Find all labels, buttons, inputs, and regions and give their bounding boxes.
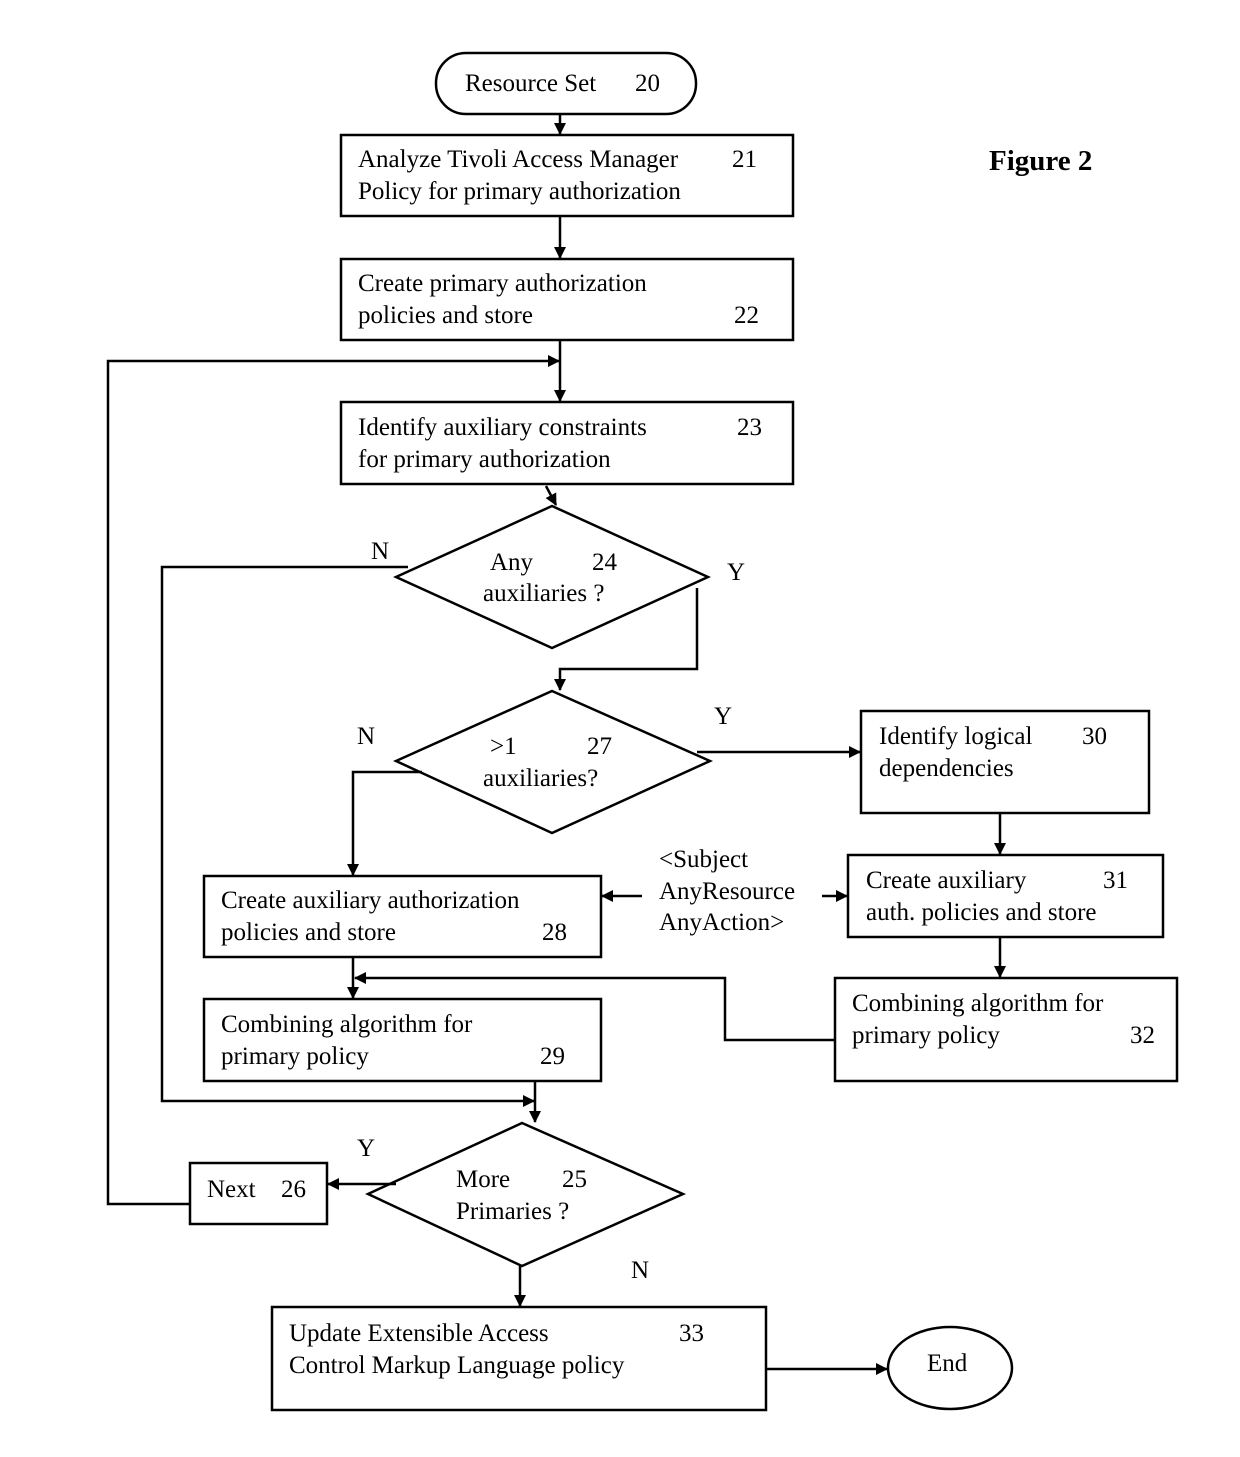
node-30-number: 30 — [1082, 723, 1107, 750]
annotation-line3: AnyAction> — [659, 909, 785, 936]
node-23-line1: Identify auxiliary constraints — [358, 414, 647, 441]
flowchart-canvas — [106, 51, 1179, 1412]
node-32-line1: Combining algorithm for — [852, 990, 1104, 1017]
node-21-line2: Policy for primary authorization — [358, 178, 681, 205]
node-22-line2: policies and store — [358, 302, 533, 329]
node-28-number: 28 — [542, 919, 567, 946]
node-28-line2: policies and store — [221, 919, 396, 946]
edge-label-25-yes: Y — [357, 1135, 376, 1162]
node-29-number: 29 — [540, 1043, 565, 1070]
node-27-number: 27 — [587, 733, 612, 760]
end-label: End — [927, 1350, 968, 1377]
node-26-label: Next — [207, 1176, 256, 1203]
node-29-line1: Combining algorithm for — [221, 1011, 473, 1038]
node-31-line2: auth. policies and store — [866, 899, 1097, 926]
edge-27-no — [347, 770, 422, 876]
node-33-number: 33 — [679, 1320, 704, 1347]
node-21-line1: Analyze Tivoli Access Manager — [358, 146, 679, 173]
annotation-line1: <Subject — [659, 846, 749, 873]
node-25-line2: Primaries ? — [456, 1198, 570, 1225]
node-20-label: Resource Set — [465, 70, 597, 97]
node-30-line1: Identify logical — [879, 723, 1033, 750]
edge-label-27-no: N — [357, 723, 376, 750]
node-21-number: 21 — [732, 146, 757, 173]
node-22-line1: Create primary authorization — [358, 270, 647, 297]
node-24-number: 24 — [592, 549, 617, 576]
node-28-line1: Create auxiliary authorization — [221, 887, 520, 914]
node-22-number: 22 — [734, 302, 759, 329]
annotation-line2: AnyResource — [659, 878, 796, 905]
figure-title: Figure 2 — [989, 145, 1093, 177]
node-25-decision — [365, 1121, 687, 1268]
edge-label-24-no: N — [371, 538, 390, 565]
edge-label-25-no: N — [631, 1257, 650, 1284]
node-24-line2: auxiliaries ? — [483, 580, 605, 607]
node-23-line2: for primary authorization — [358, 446, 611, 473]
node-24-decision — [392, 504, 712, 650]
node-27-decision — [392, 689, 714, 835]
node-32-number: 32 — [1130, 1022, 1155, 1049]
node-23-number: 23 — [737, 414, 762, 441]
node-29-line2: primary policy — [221, 1043, 369, 1070]
node-33-line1: Update Extensible Access — [289, 1320, 549, 1347]
edge-label-27-yes: Y — [714, 703, 733, 730]
node-32-line2: primary policy — [852, 1022, 1000, 1049]
node-27-line2: auxiliaries? — [483, 765, 599, 792]
node-20-number: 20 — [635, 70, 660, 97]
edge-23-24 — [544, 485, 558, 506]
node-27-line1: >1 — [490, 733, 517, 760]
node-24-line1: Any — [490, 549, 534, 576]
node-25-number: 25 — [562, 1166, 587, 1193]
node-30-line2: dependencies — [879, 755, 1014, 782]
node-31-number: 31 — [1103, 867, 1128, 894]
node-26-number: 26 — [281, 1176, 306, 1203]
edge-label-24-yes: Y — [727, 559, 746, 586]
node-25-line1: More — [456, 1166, 511, 1193]
node-31-line1: Create auxiliary — [866, 867, 1027, 894]
node-33-line2: Control Markup Language policy — [289, 1352, 625, 1379]
